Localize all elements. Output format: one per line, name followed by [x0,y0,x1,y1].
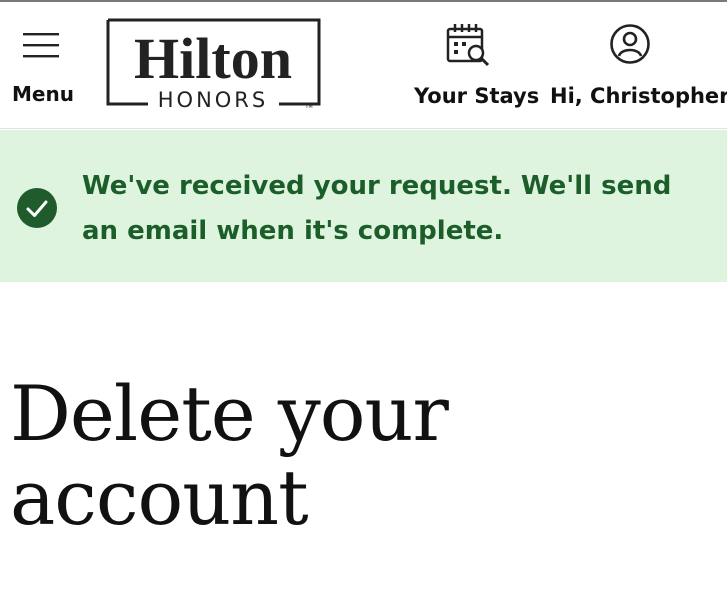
success-banner: We've received your request. We'll send … [0,130,727,282]
your-stays-label: Your Stays [414,84,540,108]
your-stays-button[interactable]: Your Stays [410,20,539,112]
site-header: Menu Hilton HONORS TM Your Stays Hi, Chr… [0,2,727,129]
greeting-label: Hi, Christopher [550,84,727,108]
hilton-honors-logo[interactable]: Hilton HONORS TM [106,18,321,108]
logo-trademark: TM [304,104,312,108]
menu-label: Menu [12,82,74,106]
calendar-search-icon [446,24,490,67]
check-circle-icon [17,188,57,228]
menu-button[interactable]: Menu [10,26,74,110]
account-button[interactable]: Hi, Christopher [546,20,727,112]
hamburger-icon [23,33,59,58]
user-avatar-icon [610,24,650,64]
logo-sub: HONORS [158,88,268,108]
success-message: We've received your request. We'll send … [82,171,672,246]
logo-brand: Hilton [134,26,292,91]
page-title: Delete your account [10,369,449,542]
